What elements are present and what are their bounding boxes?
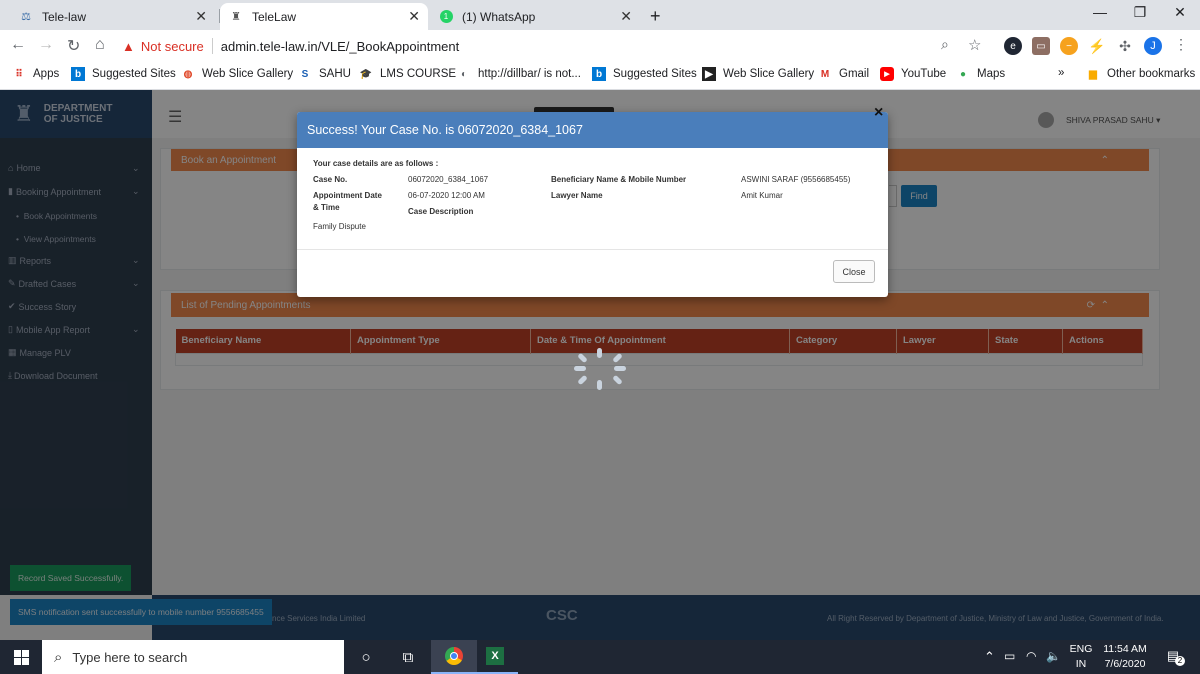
appointment-date-value: 06-07-2020 12:00 AM xyxy=(408,191,485,200)
success-modal: Success! Your Case No. is 06072020_6384_… xyxy=(297,112,888,297)
extension-minus-icon[interactable]: − xyxy=(1060,37,1078,55)
tab-label: (1) WhatsApp xyxy=(462,9,536,24)
warning-icon: ▲ xyxy=(122,38,135,54)
whatsapp-favicon-icon: 1 xyxy=(438,9,454,25)
volume-icon[interactable]: 🔈 xyxy=(1046,649,1061,663)
close-tab-icon[interactable]: ✕ xyxy=(195,8,207,25)
emblem-favicon-icon: ♜ xyxy=(231,11,241,23)
search-placeholder: Type here to search xyxy=(72,649,188,665)
bookmark-web-slice-gallery-2[interactable]: ▶ Web Slice Gallery xyxy=(702,67,814,81)
close-button[interactable]: Close xyxy=(833,260,875,283)
modal-divider xyxy=(297,249,888,250)
youtube-icon: ▶ xyxy=(880,67,894,81)
bookmark-web-slice-gallery[interactable]: ◍ Web Slice Gallery xyxy=(181,67,294,81)
task-view-icon[interactable]: ⧉ xyxy=(385,640,431,674)
bookmark-lms-course[interactable]: 🎓 LMS COURSE xyxy=(359,67,456,81)
bookmark-gmail[interactable]: M Gmail xyxy=(818,67,869,81)
tab-tele-law[interactable]: ⚖ Tele-law ✕ xyxy=(10,3,215,30)
address-bar[interactable]: ▲ Not secure admin.tele-law.in/VLE/_Book… xyxy=(122,34,992,58)
tab-whatsapp[interactable]: 1 (1) WhatsApp ✕ xyxy=(430,3,640,30)
minimize-icon[interactable]: — xyxy=(1085,4,1115,20)
not-secure-label[interactable]: Not secure xyxy=(141,39,204,54)
bookmark-apps[interactable]: ⠿ Apps xyxy=(12,67,59,81)
notifications-icon[interactable]: ▤ 2 xyxy=(1162,648,1185,666)
wifi-icon[interactable]: ◠ xyxy=(1026,649,1036,663)
menu-kebab-icon[interactable]: ⋮ xyxy=(1174,36,1188,53)
extension-cast-icon[interactable]: ▭ xyxy=(1032,37,1050,55)
extensions-puzzle-icon[interactable]: ✣ xyxy=(1116,37,1134,55)
taskbar-search-box[interactable]: ⌕ Type here to search xyxy=(42,640,344,674)
windows-start-icon[interactable] xyxy=(0,640,42,674)
graduation-cap-icon: 🎓 xyxy=(359,68,373,80)
extension-e-icon[interactable]: e xyxy=(1004,37,1022,55)
new-tab-button[interactable]: + xyxy=(644,3,668,30)
bookmarks-bar: ⠿ Apps b Suggested Sites ◍ Web Slice Galler… xyxy=(0,62,1200,90)
close-tab-icon[interactable]: ✕ xyxy=(408,8,420,25)
tab-telelaw[interactable]: ♜ TeleLaw ✕ xyxy=(220,3,428,30)
browser-tab-bar: ⚖ Tele-law ✕ ♜ TeleLaw ✕ 1 (1) WhatsApp … xyxy=(0,0,1200,30)
modal-header: Success! Your Case No. is 06072020_6384_… xyxy=(297,112,888,148)
zoom-icon[interactable]: ⌕ xyxy=(941,36,949,53)
appointment-date-label: Appointment Date xyxy=(313,191,382,200)
forward-icon[interactable]: → xyxy=(38,36,54,54)
browser-toolbar: ← → ↻ ⌂ ▲ Not secure admin.tele-law.in/V… xyxy=(0,30,1200,62)
show-hidden-icons-icon[interactable]: ⌃ xyxy=(984,649,995,665)
reload-icon[interactable]: ↻ xyxy=(67,36,80,56)
globe-icon: ◐ xyxy=(460,68,468,80)
bookmark-suggested-sites[interactable]: b Suggested Sites xyxy=(71,67,176,81)
bookmark-sahu[interactable]: S SAHU xyxy=(298,67,351,81)
cortana-icon[interactable]: ○ xyxy=(343,640,389,674)
loading-spinner-icon xyxy=(574,348,626,390)
home-icon[interactable]: ⌂ xyxy=(95,36,105,54)
bing-icon: b xyxy=(71,67,85,81)
tab-label: Tele-law xyxy=(42,9,87,24)
modal-close-icon[interactable]: × xyxy=(874,104,883,122)
notification-count: 2 xyxy=(1175,656,1185,666)
restore-icon[interactable]: ❐ xyxy=(1125,4,1155,21)
modal-title: Success! Your Case No. is 06072020_6384_… xyxy=(307,123,583,137)
bing-icon: b xyxy=(592,67,606,81)
bookmark-other[interactable]: ▆ Other bookmarks xyxy=(1086,67,1195,81)
beneficiary-value: ASWINI SARAF (9556685455) xyxy=(741,175,851,184)
windows-taskbar: ⌕ Type here to search ○ ⧉ X ⌃ ▭ ◠ 🔈 ENG … xyxy=(0,640,1200,674)
s-logo-icon: S xyxy=(301,68,309,80)
tab-label: TeleLaw xyxy=(252,9,297,24)
gmail-icon: M xyxy=(820,68,830,80)
bookmark-maps[interactable]: ● Maps xyxy=(956,67,1005,81)
profile-avatar[interactable]: J xyxy=(1144,37,1162,55)
close-tab-icon[interactable]: ✕ xyxy=(620,8,632,25)
extension-bolt-icon[interactable]: ⚡ xyxy=(1088,37,1106,55)
apps-grid-icon: ⠿ xyxy=(15,68,23,80)
url-text[interactable]: admin.tele-law.in/VLE/_BookAppointment xyxy=(221,39,459,54)
case-description-value: Family Dispute xyxy=(313,222,366,231)
lawyer-label: Lawyer Name xyxy=(551,191,603,200)
beneficiary-label: Beneficiary Name & Mobile Number xyxy=(551,175,687,184)
bookmark-dillbar[interactable]: ◐ http://dillbar/ is not... xyxy=(457,67,581,81)
tele-law-favicon-icon: ⚖ xyxy=(21,11,31,23)
lawyer-value: Amit Kumar xyxy=(741,191,783,200)
language-indicator[interactable]: ENG IN xyxy=(1068,643,1094,670)
search-icon: ⌕ xyxy=(54,648,63,666)
case-no-label: Case No. xyxy=(313,175,348,184)
clock[interactable]: 11:54 AM 7/6/2020 xyxy=(1100,643,1150,670)
case-description-label: Case Description xyxy=(408,207,474,216)
chrome-taskbar-icon[interactable] xyxy=(431,640,477,674)
case-details-intro: Your case details are as follows : xyxy=(313,159,439,168)
appointment-time-label: & Time xyxy=(313,203,340,212)
star-icon[interactable]: ☆ xyxy=(968,36,981,54)
folder-icon: ▆ xyxy=(1089,68,1097,80)
slice-icon: ▶ xyxy=(702,67,716,81)
bookmarks-overflow-button[interactable]: » xyxy=(1058,67,1064,79)
web-slice-icon: ◍ xyxy=(183,68,193,80)
excel-taskbar-icon[interactable]: X xyxy=(472,640,518,674)
bookmark-suggested-sites-2[interactable]: b Suggested Sites xyxy=(592,67,697,81)
maps-pin-icon: ● xyxy=(959,68,967,80)
case-no-value: 06072020_6384_1067 xyxy=(408,175,489,184)
battery-icon[interactable]: ▭ xyxy=(1004,649,1015,663)
bookmark-youtube[interactable]: ▶ YouTube xyxy=(880,67,946,81)
back-icon[interactable]: ← xyxy=(10,36,26,54)
window-close-icon[interactable]: ✕ xyxy=(1165,4,1195,21)
